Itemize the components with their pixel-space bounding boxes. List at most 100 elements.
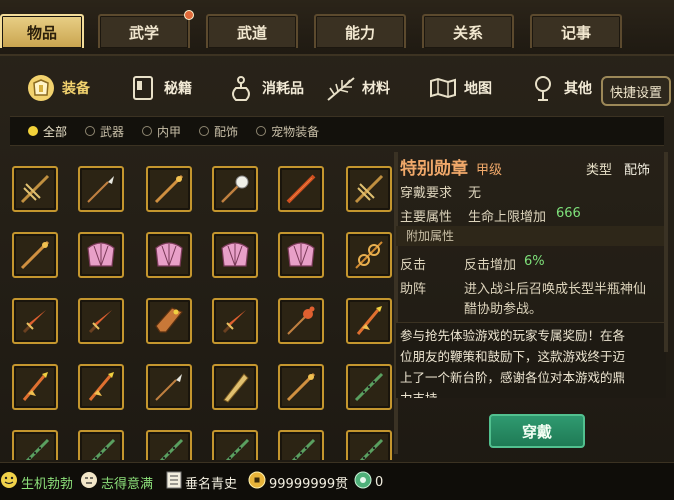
quick-settings-button[interactable]: 快捷设置 xyxy=(601,76,671,106)
filter-all[interactable]: 全部 xyxy=(28,123,67,140)
desc-line: 参与抢先体验游戏的玩家专属奖励！在各 xyxy=(400,328,626,343)
inventory-slot[interactable] xyxy=(146,430,192,460)
tab-wudao[interactable]: 武道 xyxy=(206,14,298,48)
inventory-slot[interactable] xyxy=(278,232,324,278)
flute-icon xyxy=(18,436,52,460)
main-attr-label: 主要属性 xyxy=(400,210,453,225)
inventory-slot[interactable] xyxy=(78,364,124,410)
inventory-slot[interactable] xyxy=(346,298,392,344)
lamp-icon xyxy=(528,73,558,103)
counter-label: 反击 xyxy=(400,258,427,273)
inventory-slot[interactable] xyxy=(212,430,258,460)
inventory-slot[interactable] xyxy=(278,364,324,410)
tab-label: 物品 xyxy=(26,23,57,42)
fan-icon xyxy=(218,238,252,272)
fame-text: 垂名青史 xyxy=(185,476,238,492)
quiver-icon xyxy=(218,370,252,404)
map-icon xyxy=(428,73,458,103)
subtab-materials[interactable]: 材料 xyxy=(326,68,390,108)
item-name: 特别勋章 xyxy=(400,159,468,179)
inventory-slot[interactable] xyxy=(346,430,392,460)
item-detail-panel: 特别勋章 甲级 类型 配饰 穿戴要求 无 主要属性 生命上限增加 666 附加属… xyxy=(396,150,668,460)
filter-pet-equipment[interactable]: 宠物装备 xyxy=(256,123,319,140)
filter-weapon[interactable]: 武器 xyxy=(85,123,124,140)
rod-icon xyxy=(284,172,318,206)
face-icon xyxy=(80,471,98,493)
flute-icon xyxy=(152,436,186,460)
tab-martial-arts[interactable]: 武学 xyxy=(98,10,194,48)
fan-icon xyxy=(84,238,118,272)
filter-label: 内甲 xyxy=(157,124,182,139)
inventory-slot[interactable] xyxy=(12,166,58,212)
mace-icon xyxy=(218,172,252,206)
filter-inner-armor[interactable]: 内甲 xyxy=(142,123,181,140)
desc-line: 位朋友的鞭策和鼓励下，这款游戏终于迈 xyxy=(400,349,626,364)
staff-icon xyxy=(18,238,52,272)
inventory-slot[interactable] xyxy=(146,298,192,344)
dagger-icon xyxy=(18,304,52,338)
mood-text: 志得意满 xyxy=(101,476,154,492)
subtab-equipment[interactable]: 装备 xyxy=(26,68,90,108)
inventory-slot[interactable] xyxy=(78,430,124,460)
inventory-slot[interactable] xyxy=(346,364,392,410)
inventory-slot[interactable] xyxy=(346,232,392,278)
tab-ability[interactable]: 能力 xyxy=(314,14,406,48)
inventory-slot[interactable] xyxy=(146,166,192,212)
inventory-slot[interactable] xyxy=(146,232,192,278)
subtab-other[interactable]: 其他 xyxy=(528,68,592,108)
desc-line: 力支持。 xyxy=(400,388,662,398)
inventory-slot[interactable] xyxy=(212,232,258,278)
tab-journal[interactable]: 记事 xyxy=(530,14,622,48)
flute-icon xyxy=(284,436,318,460)
tab-label: 记事 xyxy=(560,23,591,42)
subtab-label: 消耗品 xyxy=(262,81,304,97)
subtab-consumables[interactable]: 消耗品 xyxy=(226,68,304,108)
top-tab-bar: 物品 武学 武道 能力 关系 记事 xyxy=(0,0,674,56)
inventory-slot[interactable] xyxy=(346,166,392,212)
radio-icon xyxy=(199,126,210,136)
subtab-manuals[interactable]: 秘籍 xyxy=(128,68,192,108)
main-attr-value: 666 xyxy=(556,206,581,221)
coffin-icon xyxy=(152,304,186,338)
inventory-slot[interactable] xyxy=(278,430,324,460)
subtab-label: 地图 xyxy=(464,81,492,97)
equip-button[interactable]: 穿戴 xyxy=(489,414,585,448)
requirement-label: 穿戴要求 xyxy=(400,186,453,201)
inventory-slot[interactable] xyxy=(12,232,58,278)
detail-scrollbar[interactable] xyxy=(664,152,668,352)
filter-accessory[interactable]: 配饰 xyxy=(199,123,238,140)
armor-icon xyxy=(26,73,56,103)
desc-line: 上了一个新台阶，感谢各位对本游戏的鼎 xyxy=(400,370,626,385)
spear-icon xyxy=(84,172,118,206)
tab-items[interactable]: 物品 xyxy=(0,14,84,48)
brush-icon xyxy=(18,370,52,404)
inventory-slot[interactable] xyxy=(78,166,124,212)
tab-label: 武学 xyxy=(128,23,159,42)
staff-icon xyxy=(152,172,186,206)
money-status: 99999999贯 xyxy=(248,469,348,495)
tab-label: 关系 xyxy=(452,23,483,42)
inventory-slot[interactable] xyxy=(12,298,58,344)
dagger-icon xyxy=(84,304,118,338)
inventory-slot[interactable] xyxy=(212,166,258,212)
inventory-slot[interactable] xyxy=(78,232,124,278)
money-text: 99999999贯 xyxy=(269,476,349,492)
inventory-slot[interactable] xyxy=(278,298,324,344)
mood-status-1: 生机勃勃 xyxy=(0,469,73,495)
inventory-slot[interactable] xyxy=(12,430,58,460)
inventory-slot[interactable] xyxy=(146,364,192,410)
subtab-map[interactable]: 地图 xyxy=(428,68,492,108)
inventory-slot[interactable] xyxy=(212,298,258,344)
inventory-slot[interactable] xyxy=(212,364,258,410)
spear-icon xyxy=(152,370,186,404)
tab-relations[interactable]: 关系 xyxy=(422,14,514,48)
inventory-slot[interactable] xyxy=(12,364,58,410)
scroll-icon xyxy=(166,471,182,493)
gem-status: 0 xyxy=(354,469,383,495)
crossbow-icon xyxy=(18,172,52,206)
inventory-slot[interactable] xyxy=(78,298,124,344)
filter-label: 武器 xyxy=(100,124,125,139)
tab-label: 武道 xyxy=(236,23,267,42)
requirement-value: 无 xyxy=(468,186,482,201)
inventory-slot[interactable] xyxy=(278,166,324,212)
